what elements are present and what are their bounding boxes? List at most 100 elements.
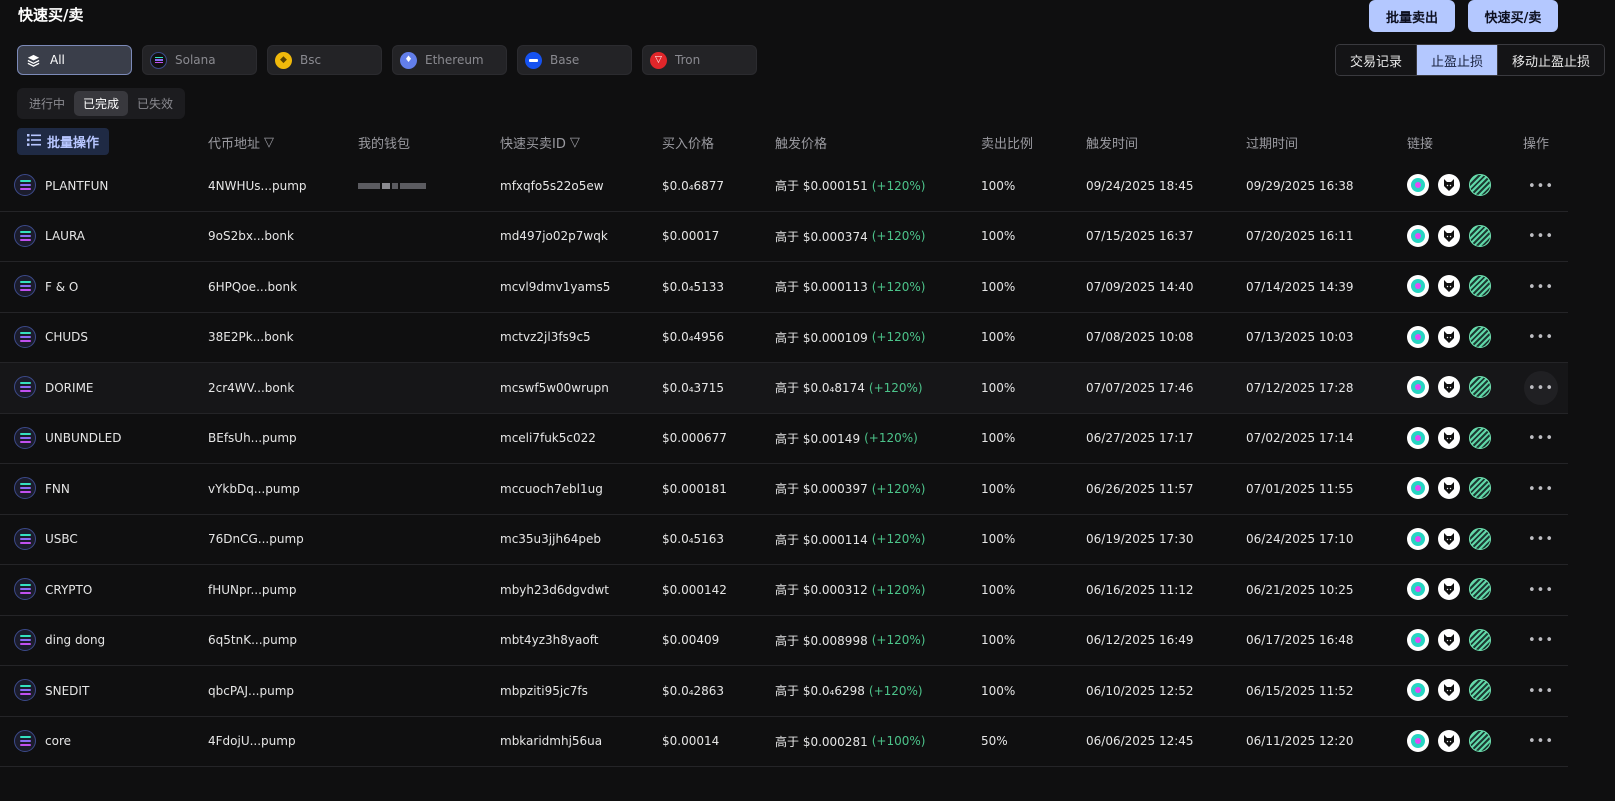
trigger-price: 高于 $0.000397 (+120%) <box>775 464 925 514</box>
table-row[interactable]: UNBUNDLED BEfsUh...pump mceli7fuk5c022 $… <box>0 414 1568 464</box>
token-address[interactable]: 2cr4WV...bonk <box>208 363 294 413</box>
fox-link-icon[interactable] <box>1438 275 1460 297</box>
more-actions-button[interactable]: ••• <box>1524 624 1558 658</box>
filter-icon[interactable]: ▽ <box>264 135 274 150</box>
explorer-link-icon[interactable] <box>1407 477 1429 499</box>
table-row[interactable]: LAURA 9oS2bx...bonk md497jo02p7wqk $0.00… <box>0 212 1568 262</box>
token-address[interactable]: 76DnCG...pump <box>208 515 304 565</box>
chart-link-icon[interactable] <box>1469 477 1491 499</box>
chain-tab-bsc[interactable]: ◆ Bsc <box>267 45 382 75</box>
explorer-link-icon[interactable] <box>1407 426 1429 449</box>
chart-link-icon[interactable] <box>1469 224 1491 247</box>
table-row[interactable]: core 4FdojU...pump mbkaridmhj56ua $0.000… <box>0 717 1568 767</box>
chart-link-icon[interactable] <box>1469 426 1491 449</box>
fox-link-icon[interactable] <box>1438 527 1460 550</box>
explorer-link-icon[interactable] <box>1407 325 1429 348</box>
explorer-link-icon[interactable] <box>1407 174 1429 196</box>
tab-in-progress[interactable]: 进行中 <box>20 91 74 116</box>
more-actions-button[interactable]: ••• <box>1524 270 1558 304</box>
fox-link-icon[interactable] <box>1438 426 1460 449</box>
token-address[interactable]: BEfsUh...pump <box>208 414 297 464</box>
fox-link-icon[interactable] <box>1438 325 1460 348</box>
chart-link-icon[interactable] <box>1469 578 1491 600</box>
table-row[interactable]: USBC 76DnCG...pump mc35u3jjh64peb $0.0₄5… <box>0 515 1568 565</box>
fox-link-icon[interactable] <box>1438 224 1460 247</box>
chart-link-icon[interactable] <box>1469 325 1491 348</box>
chain-tab-solana[interactable]: Solana <box>142 45 257 75</box>
tab-trailing-take-profit-stop-loss[interactable]: 移动止盈止损 <box>1497 45 1604 75</box>
fox-link-icon[interactable] <box>1438 679 1460 701</box>
table-row[interactable]: SNEDIT qbcPAJ...pump mbpziti95jc7fs $0.0… <box>0 666 1568 717</box>
column-header-label: 触发时间 <box>1086 137 1139 152</box>
token-address[interactable]: vYkbDq...pump <box>208 464 300 514</box>
fox-link-icon[interactable] <box>1438 628 1460 651</box>
fox-link-icon[interactable] <box>1438 729 1460 752</box>
batch-operations-button[interactable]: 批量操作 <box>17 128 109 155</box>
explorer-link-icon[interactable] <box>1407 527 1429 550</box>
more-actions-button[interactable]: ••• <box>1524 472 1558 506</box>
batch-sell-button[interactable]: 批量卖出 <box>1369 0 1455 32</box>
quick-trade-id: mbyh23d6dgvdwt <box>500 582 610 597</box>
more-actions-button[interactable]: ••• <box>1524 725 1558 759</box>
chart-link-icon[interactable] <box>1469 679 1491 701</box>
table-row[interactable]: CHUDS 38E2Pk...bonk mctvz2jl3fs9c5 $0.0₄… <box>0 313 1568 363</box>
trigger-price: 高于 $0.008998 (+120%) <box>775 616 925 666</box>
token-address[interactable]: 9oS2bx...bonk <box>208 212 294 262</box>
base-icon <box>525 51 542 69</box>
more-actions-button[interactable]: ••• <box>1524 371 1558 405</box>
table-row[interactable]: PLANTFUN 4NWHUs...pump mfxqfo5s22o5ew $0… <box>0 161 1568 212</box>
table-row[interactable]: CRYPTO fHUNpr...pump mbyh23d6dgvdwt $0.0… <box>0 565 1568 616</box>
chart-link-icon[interactable] <box>1469 628 1491 651</box>
tab-take-profit-stop-loss[interactable]: 止盈止损 <box>1416 45 1498 75</box>
chart-link-icon[interactable] <box>1469 527 1491 550</box>
token-address[interactable]: fHUNpr...pump <box>208 565 296 615</box>
column-header-label: 过期时间 <box>1246 137 1299 152</box>
more-actions-button[interactable]: ••• <box>1524 573 1558 607</box>
explorer-link-icon[interactable] <box>1407 224 1429 247</box>
explorer-link-icon[interactable] <box>1407 628 1429 651</box>
token-address[interactable]: qbcPAJ...pump <box>208 666 294 716</box>
explorer-link-icon[interactable] <box>1407 729 1429 752</box>
table-row[interactable]: ding dong 6q5tnK...pump mbt4yz3h8yaoft $… <box>0 616 1568 666</box>
column-header-label: 买入价格 <box>662 137 715 152</box>
token-address[interactable]: 6HPQoe...bonk <box>208 262 297 312</box>
fox-link-icon[interactable] <box>1438 477 1460 499</box>
fox-link-icon[interactable] <box>1438 578 1460 600</box>
chart-link-icon[interactable] <box>1469 174 1491 196</box>
more-actions-button[interactable]: ••• <box>1524 321 1558 355</box>
more-actions-button[interactable]: ••• <box>1524 674 1558 708</box>
more-actions-button[interactable]: ••• <box>1524 422 1558 456</box>
chain-tab-base[interactable]: Base <box>517 45 632 75</box>
explorer-link-icon[interactable] <box>1407 679 1429 701</box>
fox-link-icon[interactable] <box>1438 376 1460 398</box>
chart-link-icon[interactable] <box>1469 376 1491 398</box>
table-row[interactable]: DORIME 2cr4WV...bonk mcswf5w00wrupn $0.0… <box>0 363 1568 414</box>
explorer-link-icon[interactable] <box>1407 275 1429 297</box>
chain-tab-all[interactable]: All <box>17 45 132 75</box>
chain-tab-tron[interactable]: ▽ Tron <box>642 45 757 75</box>
token-address[interactable]: 6q5tnK...pump <box>208 616 297 666</box>
more-actions-button[interactable]: ••• <box>1524 169 1558 203</box>
more-actions-button[interactable]: ••• <box>1524 523 1558 557</box>
tab-expired[interactable]: 已失效 <box>128 91 182 116</box>
explorer-link-icon[interactable] <box>1407 376 1429 398</box>
filter-icon[interactable]: ▽ <box>570 135 580 150</box>
token-address[interactable]: 4NWHUs...pump <box>208 161 307 211</box>
token-address[interactable]: 4FdojU...pump <box>208 717 296 767</box>
chart-link-icon[interactable] <box>1469 275 1491 297</box>
quick-trade-button[interactable]: 快速买/卖 <box>1468 0 1558 32</box>
tab-trade-history[interactable]: 交易记录 <box>1335 45 1417 75</box>
tab-completed[interactable]: 已完成 <box>74 91 129 116</box>
table-row[interactable]: FNN vYkbDq...pump mccuoch7ebl1ug $0.0001… <box>0 464 1568 515</box>
table-row[interactable]: F & O 6HPQoe...bonk mcvl9dmv1yams5 $0.0₄… <box>0 262 1568 313</box>
chart-link-icon[interactable] <box>1469 729 1491 752</box>
fox-link-icon[interactable] <box>1438 174 1460 196</box>
solana-icon <box>14 224 36 247</box>
column-header-address[interactable]: 代币地址 ▽ <box>208 133 274 152</box>
explorer-link-icon[interactable] <box>1407 578 1429 600</box>
token-address[interactable]: 38E2Pk...bonk <box>208 313 294 363</box>
batch-operations-label: 批量操作 <box>46 136 99 151</box>
chain-tab-ethereum[interactable]: ♦ Ethereum <box>392 45 507 75</box>
more-actions-button[interactable]: ••• <box>1524 220 1558 254</box>
column-header-quick-id[interactable]: 快速买卖ID ▽ <box>500 133 580 152</box>
